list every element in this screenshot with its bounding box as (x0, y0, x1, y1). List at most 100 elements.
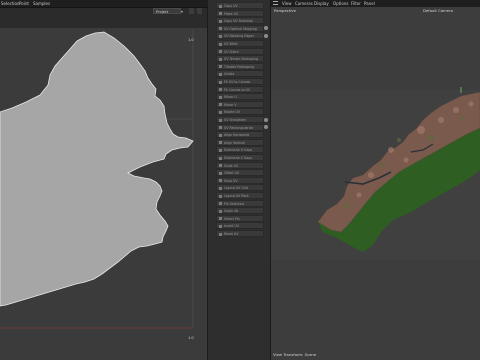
tool-button[interactable]: Rotate UV (216, 108, 264, 116)
tool-icon (219, 164, 222, 168)
tool-button[interactable]: Align Vertical (216, 138, 264, 146)
uv-toolbar: Project ▾ (0, 8, 207, 28)
uv-canvas[interactable]: 1.0 1.0 (0, 28, 207, 360)
tool-icon (219, 209, 222, 213)
tool-button[interactable]: Reset UV (216, 230, 264, 237)
tool-label: Tileable Reshaping (224, 64, 255, 69)
chevron-down-icon[interactable]: ▾ (181, 9, 183, 14)
tool-label: Rotate UV (224, 110, 240, 115)
tool-button[interactable]: Mirror U (216, 93, 264, 101)
menu-item-point[interactable]: Point (19, 0, 29, 7)
tool-button[interactable]: Distribute V Gaps (216, 154, 264, 161)
tick-bottom-right: 1.0 (188, 336, 194, 340)
tool-icon (219, 179, 222, 183)
tool-icon (219, 217, 222, 221)
menu-item-selection[interactable]: Selection (1, 0, 19, 7)
tool-options-icon[interactable] (264, 125, 268, 130)
tool-button[interactable]: UV Rectangularize (216, 123, 264, 131)
tool-icon (219, 126, 222, 130)
tool-icon (219, 186, 222, 190)
tool-icon (219, 88, 222, 92)
tool-label: UV Weld (224, 42, 238, 46)
tool-icon (219, 19, 222, 23)
tool-icon (219, 95, 222, 99)
tool-label: Unpin All (224, 209, 239, 214)
tool-label: Snap UV (224, 178, 238, 183)
tool-label: Distribute V Gaps (224, 156, 253, 160)
tool-label: Mirror V (224, 102, 237, 107)
uv-canvas-svg (0, 30, 194, 329)
tool-options-icon[interactable] (264, 33, 268, 38)
tool-label: Scale UV (224, 163, 239, 168)
tool-icon (219, 232, 222, 236)
viewport-panel[interactable]: View Cameras Display Options Filter Pane… (271, 0, 480, 360)
uv-island[interactable] (0, 31, 194, 307)
tool-button[interactable]: Pin Selected (216, 199, 264, 207)
tool-icon (219, 194, 222, 198)
tool-button[interactable]: Invert UV (216, 222, 264, 230)
tool-label: UV Straighten (224, 118, 247, 122)
tool-button[interactable]: Copy UV Selection (216, 17, 264, 25)
tool-label: Offset UV (224, 171, 240, 176)
tool-button[interactable]: Fit Canvas to UV (216, 85, 264, 93)
tool-icon (219, 141, 222, 145)
tool-icon (219, 34, 222, 38)
tool-icon (219, 72, 222, 76)
tool-icon (219, 27, 222, 31)
tool-label: Layout UV Grid (224, 186, 249, 191)
tool-button[interactable]: Layout UV Grid (216, 184, 264, 192)
tool-label: UV Stitch (224, 49, 239, 54)
menu-item-samples[interactable]: Samples (33, 0, 50, 7)
tool-button[interactable]: UV Weld (216, 40, 264, 47)
tool-icon (219, 110, 222, 114)
toolbar-button-b[interactable] (197, 8, 202, 14)
viewport-scene (271, 87, 480, 260)
tool-label: Invert UV (224, 224, 239, 229)
tool-button[interactable]: Copy UV (216, 2, 264, 9)
tool-button[interactable]: Fit UV to Canvas (216, 78, 264, 85)
tool-button[interactable]: UV Terrain Reshaping (216, 55, 264, 63)
tool-button[interactable]: UV Straighten (216, 116, 264, 123)
tool-button[interactable]: UV Relaxing Edges (216, 32, 264, 40)
tool-button[interactable]: Unfold (216, 70, 264, 78)
tool-button[interactable]: Scale UV (216, 161, 264, 169)
tool-label: Select Pin (224, 216, 240, 221)
tool-icon (219, 50, 222, 54)
tool-icon (219, 57, 222, 61)
tool-button[interactable]: Snap UV (216, 176, 264, 184)
tool-button[interactable]: Unpin All (216, 207, 264, 215)
tool-button[interactable]: Tileable Reshaping (216, 62, 264, 70)
tool-icon (219, 224, 222, 228)
tool-options-icon[interactable] (264, 117, 268, 122)
tool-label: Align Horizontal (224, 133, 250, 138)
viewport-status-bar: View Transform: Scene (273, 352, 317, 357)
tool-button[interactable]: UV Stitch (216, 47, 264, 55)
uv-tools-column: Copy UV Paste UV Copy UV Selection UV Optim… (207, 0, 271, 360)
tool-button[interactable]: Layout UV Pack (216, 192, 264, 199)
tool-icon (219, 202, 222, 206)
tool-icon (219, 148, 222, 152)
tick-top-right: 1.0 (188, 38, 194, 42)
tool-label: Mirror U (224, 95, 237, 100)
projection-select[interactable]: Project (153, 8, 181, 14)
tool-label: Fit Canvas to UV (224, 87, 251, 92)
tool-button[interactable]: Paste UV (216, 9, 264, 17)
uv-editor-panel: Project ▾ 1.0 1.0 (0, 8, 207, 360)
tool-label: Pin Selected (224, 201, 244, 206)
tool-label: Reset UV (224, 232, 239, 236)
tool-icon (219, 80, 222, 84)
tool-button[interactable]: Offset UV (216, 169, 264, 177)
tool-label: UV Optimal Mapping (224, 26, 257, 31)
tool-label: UV Terrain Reshaping (224, 57, 258, 62)
tool-label: Align Vertical (224, 140, 245, 145)
tool-options-icon[interactable] (264, 26, 268, 31)
tool-button[interactable]: Mirror V (216, 100, 264, 108)
tool-button[interactable]: UV Optimal Mapping (216, 24, 264, 32)
tool-button[interactable]: Align Horizontal (216, 131, 264, 139)
tool-icon (219, 65, 222, 69)
toolbar-button-a[interactable] (189, 8, 194, 14)
tool-label: Unfold (224, 72, 235, 77)
tool-button[interactable]: Select Pin (216, 214, 264, 222)
tool-button[interactable]: Distribute U Gaps (216, 146, 264, 154)
tool-label: Paste UV (224, 11, 239, 16)
